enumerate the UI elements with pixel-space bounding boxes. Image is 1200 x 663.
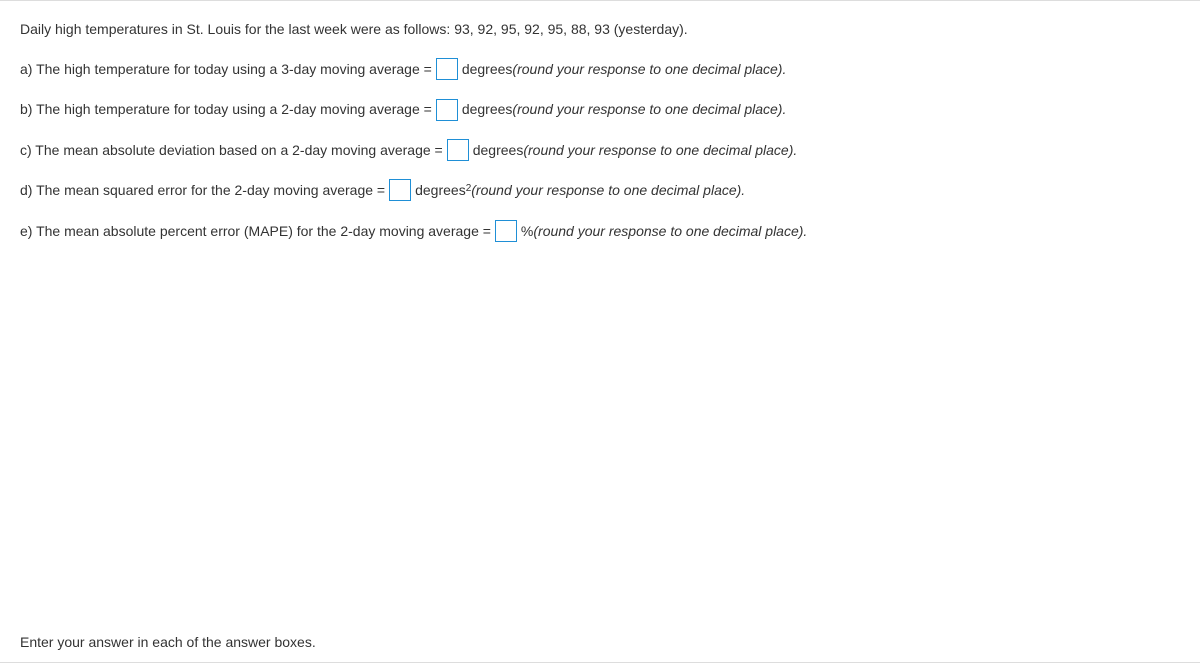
question-c-unit: degrees [473, 139, 524, 161]
question-e-unit: % [521, 220, 533, 242]
question-panel: Daily high temperatures in St. Louis for… [0, 0, 1200, 663]
question-d-unit-sup: 2 [466, 181, 472, 197]
question-e-prefix: e) The mean absolute percent error (MAPE… [20, 220, 491, 242]
question-c-hint: (round your response to one decimal plac… [523, 139, 797, 161]
question-b-prefix: b) The high temperature for today using … [20, 98, 432, 120]
question-b-hint: (round your response to one decimal plac… [512, 98, 786, 120]
question-a-hint: (round your response to one decimal plac… [512, 58, 786, 80]
question-d: d) The mean squared error for the 2-day … [20, 179, 1180, 201]
answer-input-a[interactable] [436, 58, 458, 80]
answer-input-b[interactable] [436, 99, 458, 121]
answer-input-e[interactable] [495, 220, 517, 242]
question-d-prefix: d) The mean squared error for the 2-day … [20, 179, 385, 201]
question-a-unit: degrees [462, 58, 513, 80]
question-b: b) The high temperature for today using … [20, 98, 1180, 120]
question-d-hint: (round your response to one decimal plac… [471, 179, 745, 201]
question-c-prefix: c) The mean absolute deviation based on … [20, 139, 443, 161]
question-e: e) The mean absolute percent error (MAPE… [20, 220, 1180, 242]
intro-text: Daily high temperatures in St. Louis for… [20, 19, 1180, 40]
question-a-prefix: a) The high temperature for today using … [20, 58, 432, 80]
question-d-unit-base: degrees [415, 179, 466, 201]
answer-input-d[interactable] [389, 179, 411, 201]
answer-input-c[interactable] [447, 139, 469, 161]
footer-instruction: Enter your answer in each of the answer … [20, 634, 316, 650]
question-a: a) The high temperature for today using … [20, 58, 1180, 80]
question-e-hint: (round your response to one decimal plac… [533, 220, 807, 242]
question-c: c) The mean absolute deviation based on … [20, 139, 1180, 161]
question-b-unit: degrees [462, 98, 513, 120]
